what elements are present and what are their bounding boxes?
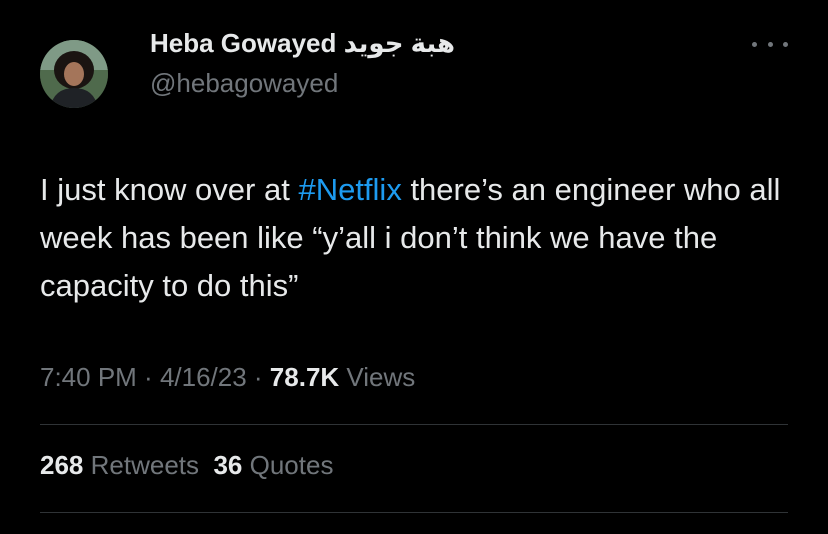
quotes-count: 36 (213, 450, 243, 480)
retweets-label: Retweets (90, 450, 200, 480)
avatar[interactable] (40, 40, 108, 108)
more-horizontal-icon[interactable] (752, 34, 788, 54)
quotes-label: Quotes (249, 450, 334, 480)
quotes-stat[interactable]: 36 Quotes (213, 450, 333, 480)
dot (752, 41, 757, 47)
tweet-time[interactable]: 7:40 PM (40, 362, 137, 392)
tweet-text-before: I just know over at (40, 172, 299, 207)
retweets-stat[interactable]: 268 Retweets (40, 450, 199, 480)
tweet-date[interactable]: 4/16/23 (160, 362, 247, 392)
views-label[interactable]: Views (339, 362, 415, 392)
hashtag-link[interactable]: #Netflix (298, 172, 401, 207)
author-handle[interactable]: @hebagowayed (150, 68, 338, 99)
engagement-stats: 268 Retweets 36 Quotes (40, 450, 333, 481)
meta-separator: · (136, 362, 160, 392)
retweets-count: 268 (40, 450, 84, 480)
avatar-image (40, 40, 108, 108)
divider (40, 424, 788, 425)
meta-separator: · (246, 362, 270, 392)
views-count[interactable]: 78.7K (270, 362, 339, 392)
divider (40, 512, 788, 513)
tweet-meta: 7:40 PM · 4/16/23 · 78.7K Views (40, 362, 415, 393)
dot (767, 41, 773, 47)
tweet-text: I just know over at #Netflix there’s an … (40, 166, 810, 310)
dot (783, 41, 788, 47)
author-display-name[interactable]: Heba Gowayed هبة جويد (150, 28, 455, 59)
